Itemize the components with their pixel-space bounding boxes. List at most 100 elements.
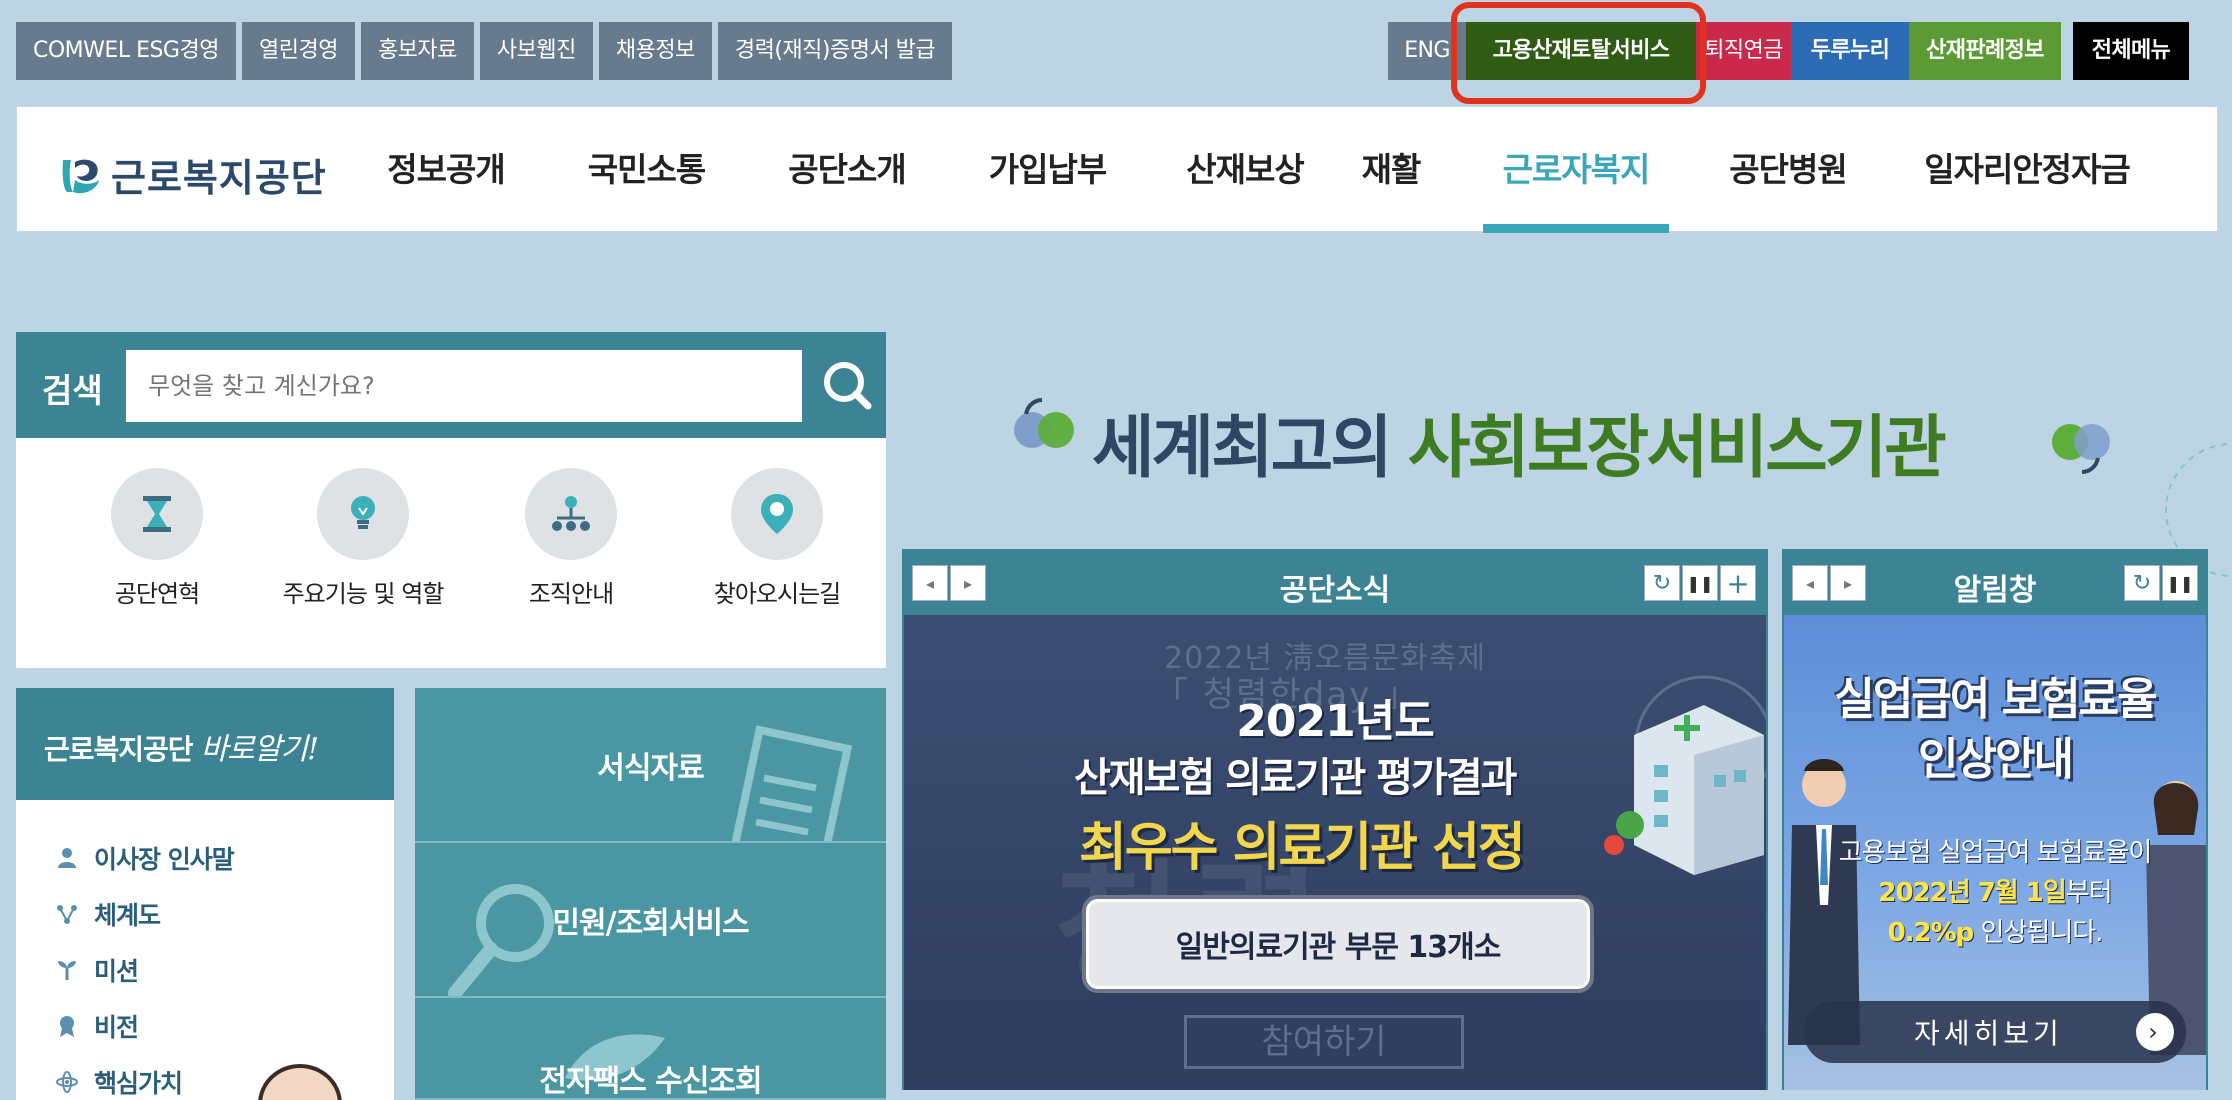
notice-panel-header: ◂ ▸ 알림창 ↻ ❚❚: [1784, 551, 2206, 615]
search-label: 검색: [42, 371, 103, 410]
about-list: 이사장 인사말 체계도 미션 비전 핵심가치: [16, 800, 394, 1100]
gnb-menu: 정보공개 국민소통 공단소개 가입납부 산재보상 재활 근로자복지 공단병원 일…: [347, 107, 2147, 233]
pause-icon[interactable]: ❚❚: [1682, 565, 1718, 601]
news-banner[interactable]: 2022년 淸오름문화축제 「 청렴한day 」 청렴 2021년도 산재보험 …: [904, 615, 1766, 1090]
person-icon: [54, 845, 80, 871]
quote-open-icon: [1014, 398, 1074, 448]
logo-icon: [62, 159, 99, 193]
news-play-controls: ↻ ❚❚ +: [1644, 565, 1756, 601]
site-logo[interactable]: 근로복지공단: [57, 147, 327, 202]
slogan-part2: 사회보장서비스기관: [1407, 409, 1947, 488]
main-navigation: 근로복지공단 정보공개 국민소통 공단소개 가입납부 산재보상 재활 근로자복지…: [16, 106, 2218, 233]
news-panel-title: 공단소식: [1279, 573, 1391, 608]
arrow-right-icon: ›: [2136, 1013, 2174, 1051]
util-link-certificate[interactable]: 경력(재직)증명서 발급: [717, 22, 953, 80]
about-item-structure[interactable]: 체계도: [54, 886, 394, 942]
notice-banner[interactable]: 실업급여 보험료율 인상안내 고용보험 실업급여 보험료율이 2022년 7월 …: [1784, 615, 2206, 1090]
dururi-link[interactable]: 두루누리: [1791, 22, 1909, 80]
about-item-values[interactable]: 핵심가치: [54, 1054, 394, 1100]
notice-date: 2022년 7월 1일: [1878, 878, 2066, 908]
gnb-item-info-disclosure[interactable]: 정보공개: [347, 107, 545, 233]
notice-more-button[interactable]: 자세히보기 ›: [1804, 1001, 2186, 1063]
notice-play-controls: ↻ ❚❚: [2124, 565, 2198, 601]
quick-link-label: 찾아오시는길: [713, 580, 841, 608]
lightbulb-icon: [317, 468, 409, 560]
map-pin-icon: [731, 468, 823, 560]
quick-link-label: 주요기능 및 역할: [282, 580, 445, 608]
about-item-label: 체계도: [94, 901, 161, 930]
notice-text-line2-suffix: 부터: [2065, 878, 2113, 908]
highlight-annotation: [1451, 2, 1706, 104]
refresh-icon[interactable]: ↻: [1644, 565, 1680, 601]
about-item-greeting[interactable]: 이사장 인사말: [54, 830, 394, 886]
about-item-mission[interactable]: 미션: [54, 942, 394, 998]
quick-link-label: 공단연혁: [114, 580, 200, 608]
document-icon: [729, 725, 853, 841]
about-panel-script: 바로알기!: [200, 732, 319, 767]
news-panel-header: ◂ ▸ 공단소식 ↻ ❚❚ +: [904, 551, 1766, 615]
case-law-link[interactable]: 산재판례정보: [1909, 22, 2061, 80]
all-menu-button[interactable]: 전체메뉴: [2073, 22, 2189, 80]
gnb-item-communication[interactable]: 국민소통: [545, 107, 748, 233]
quick-link-functions[interactable]: 주요기능 및 역할: [258, 468, 468, 609]
search-icon[interactable]: [816, 354, 880, 418]
quick-link-label: 조직안내: [528, 580, 614, 608]
about-panel: 근로복지공단 바로알기! 이사장 인사말 체계도 미션 비전 핵심가치: [16, 688, 394, 1100]
hourglass-icon: [111, 468, 203, 560]
medal-icon: [54, 1013, 80, 1039]
gnb-item-job-stability[interactable]: 일자리안정자금: [1907, 107, 2147, 233]
gnb-item-hospital[interactable]: 공단병원: [1689, 107, 1887, 233]
gnb-item-welfare[interactable]: 근로자복지: [1483, 107, 1669, 233]
gnb-item-about[interactable]: 공단소개: [748, 107, 946, 233]
util-link-webzine[interactable]: 사보웹진: [479, 22, 593, 80]
atom-icon: [54, 1069, 80, 1095]
service-label: 전자팩스 수신조회: [539, 1064, 762, 1099]
search-panel: 검색: [16, 332, 886, 438]
quick-link-history[interactable]: 공단연혁: [52, 468, 262, 609]
gnb-item-compensation[interactable]: 산재보상: [1149, 107, 1341, 233]
refresh-icon[interactable]: ↻: [2124, 565, 2160, 601]
notice-headline-2: 인상안내: [1918, 734, 2074, 785]
about-item-label: 이사장 인사말: [94, 845, 235, 874]
sprout-icon: [54, 957, 80, 983]
service-label: 서식자료: [597, 750, 704, 786]
news-detail-button[interactable]: 일반의료기관 부문 13개소: [1082, 895, 1594, 993]
quick-link-organization[interactable]: 조직안내: [466, 468, 676, 609]
util-link-esg[interactable]: COMWEL ESG경영: [16, 22, 236, 80]
gnb-item-rehab[interactable]: 재활: [1341, 107, 1441, 233]
news-headline-sub: 산재보험 의료기관 평가결과: [1074, 755, 1517, 801]
about-item-vision[interactable]: 비전: [54, 998, 394, 1054]
about-panel-title: 근로복지공단: [44, 733, 194, 766]
service-civil-inquiry[interactable]: 민원/조회서비스: [415, 843, 886, 998]
service-efax[interactable]: 전자팩스 수신조회: [415, 998, 886, 1100]
news-headline-year: 2021년도: [1236, 696, 1434, 747]
service-forms[interactable]: 서식자료: [415, 688, 886, 843]
news-headline-main: 최우수 의료기관 선정: [1079, 818, 1526, 878]
about-panel-header: 근로복지공단 바로알기!: [16, 688, 394, 800]
notice-more-label: 자세히보기: [1914, 1017, 2063, 1050]
notice-rate: 0.2%p: [1887, 918, 1975, 948]
notice-headline-1: 실업급여 보험료율: [1834, 674, 2157, 725]
pension-link[interactable]: 퇴직연금: [1696, 22, 1791, 80]
about-item-label: 미션: [94, 957, 139, 986]
service-label: 민원/조회서비스: [552, 905, 749, 941]
plus-icon[interactable]: +: [1720, 565, 1756, 601]
logo-text: 근로복지공단: [111, 156, 327, 200]
about-item-label: 비전: [94, 1013, 139, 1042]
util-link-open-management[interactable]: 열린경영: [241, 22, 355, 80]
pause-icon[interactable]: ❚❚: [2162, 565, 2198, 601]
gnb-item-subscription[interactable]: 가입납부: [946, 107, 1149, 233]
search-input[interactable]: [126, 350, 802, 422]
util-link-recruit[interactable]: 채용정보: [598, 22, 712, 80]
quick-link-directions[interactable]: 찾아오시는길: [672, 468, 882, 609]
utility-nav-left: COMWEL ESG경영 열린경영 홍보자료 사보웹진 채용정보 경력(재직)증…: [16, 22, 953, 80]
quote-close-icon: [2052, 424, 2110, 474]
news-panel: ◂ ▸ 공단소식 ↻ ❚❚ + 2022년 淸오름문화축제 「 청렴한day 」…: [902, 549, 1768, 1090]
notice-panel: ◂ ▸ 알림창 ↻ ❚❚ 실업급여 보험료율 인상안내 고용보험 실업급여 보험…: [1782, 549, 2208, 1090]
notice-text-line1: 고용보험 실업급여 보험료율이: [1838, 838, 2153, 868]
slogan: 세계최고의 사회보장서비스기관: [1092, 392, 1947, 491]
util-link-pr[interactable]: 홍보자료: [360, 22, 474, 80]
news-faded-button: 참여하기: [1184, 1015, 1464, 1069]
network-icon: [54, 901, 80, 927]
notice-body-text: 고용보험 실업급여 보험료율이 2022년 7월 1일부터 0.2%p 인상됩니…: [1784, 833, 2206, 953]
